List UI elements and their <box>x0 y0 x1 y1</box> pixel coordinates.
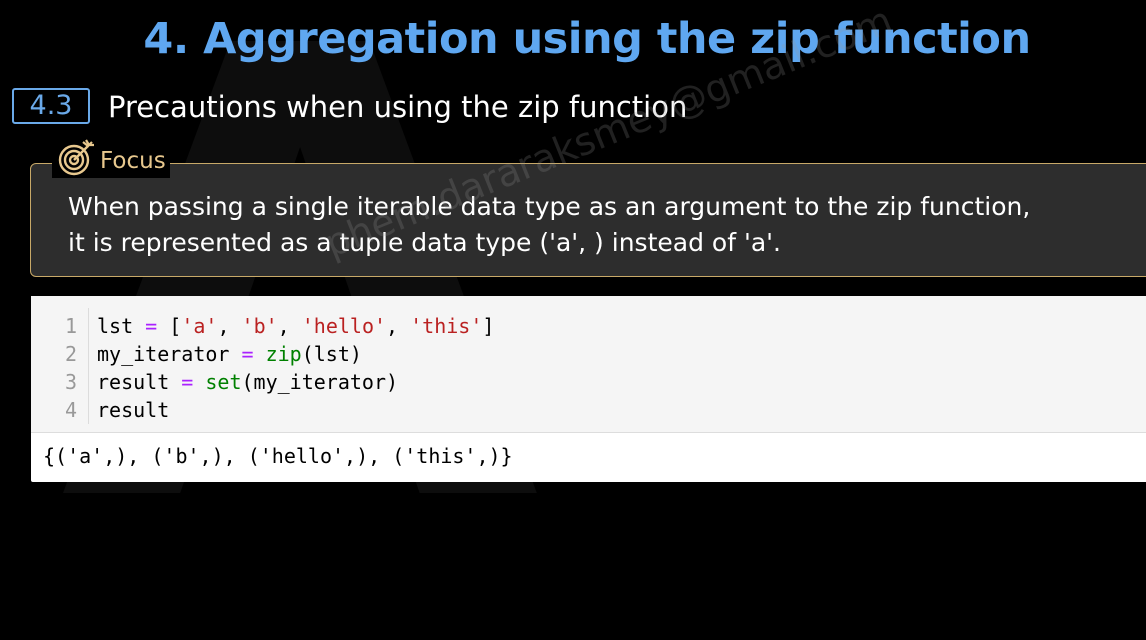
focus-text-line-2: it is represented as a tuple data type (… <box>68 228 781 257</box>
section-number-badge: 4.3 <box>12 88 90 124</box>
code-line-4: 4 result <box>31 396 1146 424</box>
focus-label: Focus <box>100 148 166 174</box>
code-line-1: 1 lst = ['a', 'b', 'hello', 'this'] <box>31 312 1146 340</box>
section-title: Precautions when using the zip function <box>108 90 688 124</box>
line-number: 4 <box>64 398 77 422</box>
code-text: my_iterator = zip(lst) <box>97 342 362 366</box>
line-number: 2 <box>64 342 77 366</box>
code-text: lst = ['a', 'b', 'hello', 'this'] <box>97 314 495 338</box>
cell-output: {('a',), ('b',), ('hello',), ('this',)} <box>43 444 513 468</box>
code-line-3: 3 result = set(my_iterator) <box>31 368 1146 396</box>
line-number: 1 <box>64 314 77 338</box>
slide-title: 4. Aggregation using the zip function <box>143 14 1031 64</box>
focus-label-group: Focus <box>52 138 170 178</box>
focus-description: When passing a single iterable data type… <box>68 189 1128 261</box>
code-line-2: 2 my_iterator = zip(lst) <box>31 340 1146 368</box>
line-number: 3 <box>64 370 77 394</box>
target-icon <box>58 139 94 176</box>
code-input-area[interactable]: 1 lst = ['a', 'b', 'hello', 'this'] 2 my… <box>31 296 1146 433</box>
code-text: result = set(my_iterator) <box>97 370 399 394</box>
notebook-cell: 1 lst = ['a', 'b', 'hello', 'this'] 2 my… <box>31 296 1146 482</box>
code-text: result <box>97 398 170 422</box>
focus-text-line-1: When passing a single iterable data type… <box>68 192 1031 221</box>
